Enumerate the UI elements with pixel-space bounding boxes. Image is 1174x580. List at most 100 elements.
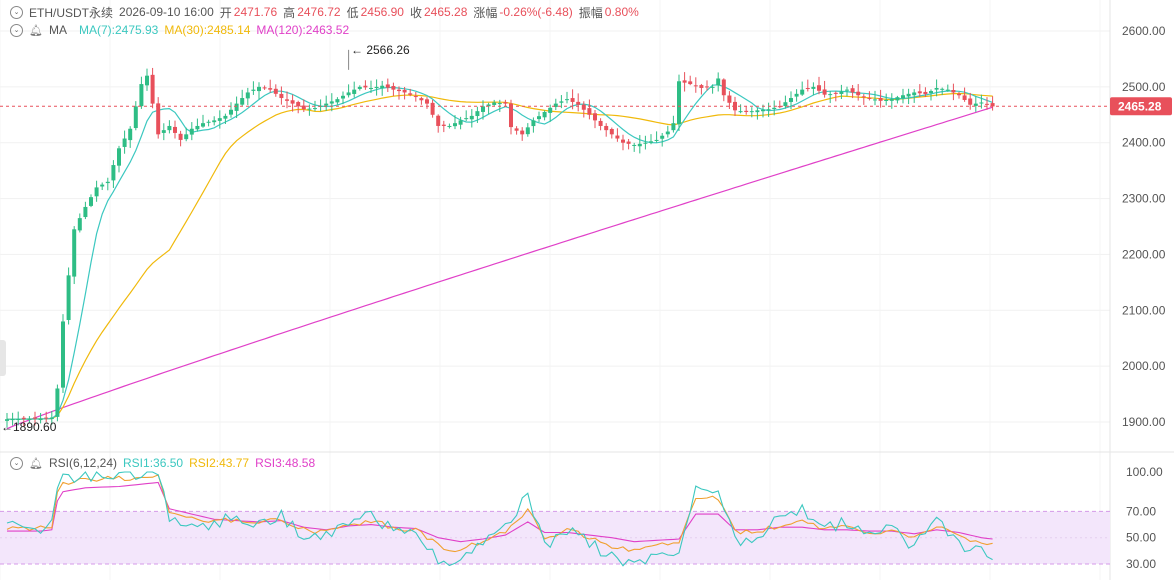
candle-datetime: 2026-09-10 16:00 [119,5,214,19]
candle-body [637,143,642,147]
candle-body [402,89,407,93]
candle-body [822,89,827,95]
candle-body [548,107,553,113]
candle-body [425,99,429,104]
candle-body [794,93,799,97]
candle-body [581,104,586,110]
candle-body [873,99,877,101]
candle-body [867,97,872,99]
candle-body [369,87,373,89]
candle-body [839,91,844,94]
candle-body [357,86,362,89]
candle-body [161,130,166,133]
candle-body [621,139,625,143]
candle-body [212,120,217,123]
candle-body [654,139,659,141]
trading-chart[interactable]: 2600.00 2500.00 2400.00 2300.00 2200.00 2100.… [0,0,1174,580]
change-value: -0.26%(-6.48) [499,5,573,19]
candle-body [49,417,54,420]
rsi-bell-icon[interactable]: 🔔︎ [29,457,43,470]
collapse-rsi-icon[interactable]: ⌄ [10,456,23,470]
candle-body [122,138,127,147]
candle-body [89,197,93,206]
candle-body [441,124,446,126]
candle-body [626,141,631,144]
symbol-name: ETH/USDT永续 [29,5,114,20]
rsi-tick-label: 50.00 [1126,531,1156,545]
candle-body [324,103,329,106]
candle-body [105,181,110,184]
rsi-label: RSI(6,12,24) [48,456,118,470]
candle-body [766,109,771,111]
candle-body [940,88,945,90]
candlesticks[interactable] [5,67,995,428]
rsi-tick-label: 100.00 [1126,465,1163,479]
alert-bell-icon[interactable]: 🔔︎ [29,24,43,37]
candle-body [178,133,183,140]
last-price-label: 2465.28 [1118,99,1162,113]
candle-body [609,128,614,135]
candle-body [61,321,65,388]
close-label: 收 [409,5,422,20]
collapse-toggle-icon[interactable]: ⌄ [10,5,23,19]
candle-body [492,102,497,105]
candle-body [150,74,155,104]
rsi-panel: 100.00 70.00 50.00 30.00 [0,465,1163,571]
candle-body [273,88,278,94]
candle-body [710,86,715,88]
candle-body [413,96,418,98]
candle-body [285,99,289,101]
open-label: 开 [219,5,232,20]
candle-body [643,142,648,144]
candle-body [117,148,121,166]
candle-body [884,99,889,101]
candle-body [469,115,474,120]
candle-body [973,103,978,106]
candle-body [145,75,149,86]
price-tick-label: 2600.00 [1122,24,1166,38]
ma7-path [7,84,993,420]
candle-body [408,93,413,95]
candle-body [520,130,525,135]
candle-body [464,118,469,120]
candle-body [761,109,765,112]
grid [0,0,1174,580]
candle-body [772,107,777,110]
candle-body [296,102,301,107]
candle-body [346,92,351,96]
candle-body [565,99,569,101]
candle-body [83,206,88,218]
ma120-line [6,106,993,430]
candle-body [268,88,273,90]
candle-body [531,120,536,127]
candle-body [341,95,345,99]
rsi3-legend: RSI3:48.58 [255,456,316,470]
candle-body [861,96,866,98]
candle-body [917,91,922,94]
candle-body [380,85,385,89]
price-tick-label: 2400.00 [1122,136,1166,150]
candle-body [156,103,161,135]
price-tick-label: 2000.00 [1122,359,1166,373]
candle-body [856,91,861,96]
candle-body [957,93,961,96]
panel-drag-handle[interactable] [0,340,6,376]
candle-body [514,128,519,131]
candle-body [475,111,480,117]
candle-body [800,89,805,95]
candle-body [195,125,200,130]
rsi-legend: ⌄ 🔔︎ RSI(6,12,24) RSI1:36.50 RSI2:43.77 … [10,454,321,472]
candle-body [453,123,457,127]
max-price-annotation: ← 2566.26 [351,43,410,57]
collapse-ma-icon[interactable]: ⌄ [10,23,23,37]
candle-body [727,95,732,103]
candle-body [598,120,603,126]
candle-body [845,89,849,91]
candle-body [335,99,340,103]
ma7-line [7,84,993,420]
candle-body [262,87,267,89]
candle-body [749,111,754,113]
candle-body [889,99,894,101]
candle-body [430,102,435,115]
candle-body [447,125,452,127]
